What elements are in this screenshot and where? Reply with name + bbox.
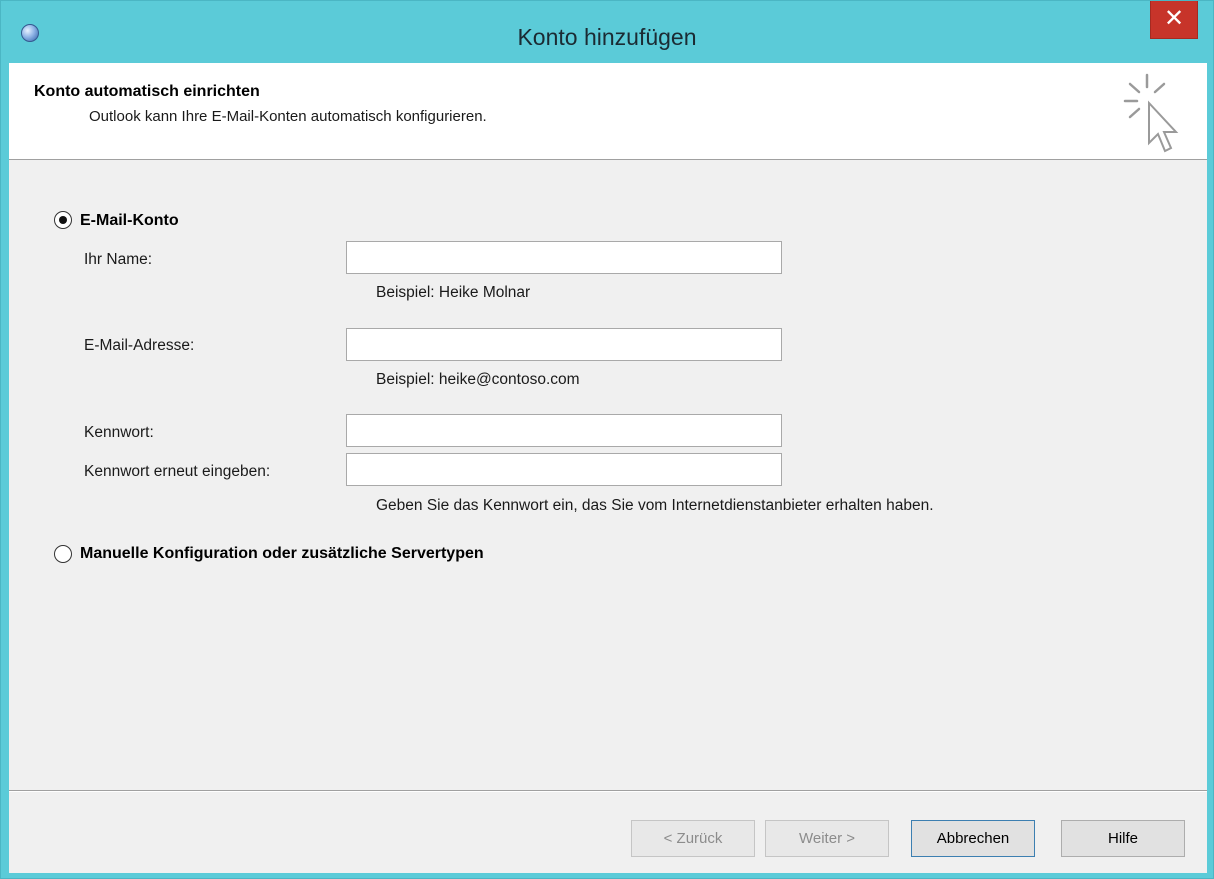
email-account-radio[interactable] [54, 211, 72, 229]
email-label: E-Mail-Adresse: [84, 337, 195, 354]
password-label: Kennwort: [84, 424, 154, 441]
manual-config-radio[interactable] [54, 545, 72, 563]
name-label: Ihr Name: [84, 251, 153, 268]
email-input[interactable] [346, 328, 782, 361]
help-button[interactable]: Hilfe [1061, 820, 1185, 857]
sparkle-cursor-icon [1123, 73, 1179, 153]
dialog-content: Konto automatisch einrichten Outlook kan… [9, 63, 1207, 873]
name-input[interactable] [346, 241, 782, 274]
cancel-button[interactable]: Abbrechen [911, 820, 1035, 857]
page-title: Konto automatisch einrichten [34, 83, 260, 100]
close-button[interactable]: ✕ [1150, 1, 1198, 39]
page-subtitle: Outlook kann Ihre E-Mail-Konten automati… [89, 108, 487, 125]
password-repeat-label: Kennwort erneut eingeben: [84, 463, 271, 480]
manual-config-label[interactable]: Manuelle Konfiguration oder zusätzliche … [80, 545, 484, 563]
password-input[interactable] [346, 414, 782, 447]
close-icon: ✕ [1163, 5, 1185, 32]
header-panel: Konto automatisch einrichten Outlook kan… [9, 63, 1207, 160]
window-title: Konto hinzufügen [517, 24, 697, 50]
password-hint: Geben Sie das Kennwort ein, das Sie vom … [376, 497, 934, 514]
password-repeat-input[interactable] [346, 453, 782, 486]
next-button[interactable]: Weiter > [765, 820, 889, 857]
back-button[interactable]: < Zurück [631, 820, 755, 857]
name-hint: Beispiel: Heike Molnar [376, 284, 531, 301]
email-hint: Beispiel: heike@contoso.com [376, 371, 580, 388]
footer-separator [9, 790, 1207, 792]
title-bar[interactable]: Konto hinzufügen ✕ [1, 1, 1213, 63]
add-account-dialog: Konto hinzufügen ✕ Konto automatisch ein… [0, 0, 1214, 879]
email-account-label[interactable]: E-Mail-Konto [80, 212, 179, 230]
